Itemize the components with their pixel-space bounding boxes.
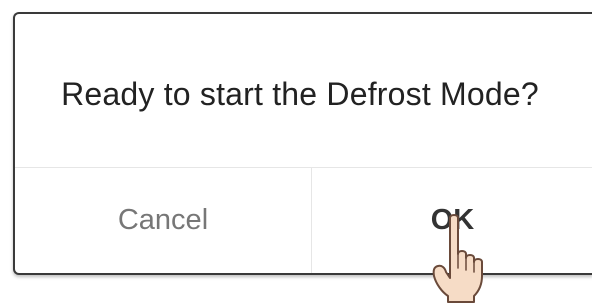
- dialog-message: Ready to start the Defrost Mode?: [61, 76, 539, 112]
- cancel-button[interactable]: Cancel: [15, 168, 311, 273]
- pointing-hand-icon: [432, 214, 483, 303]
